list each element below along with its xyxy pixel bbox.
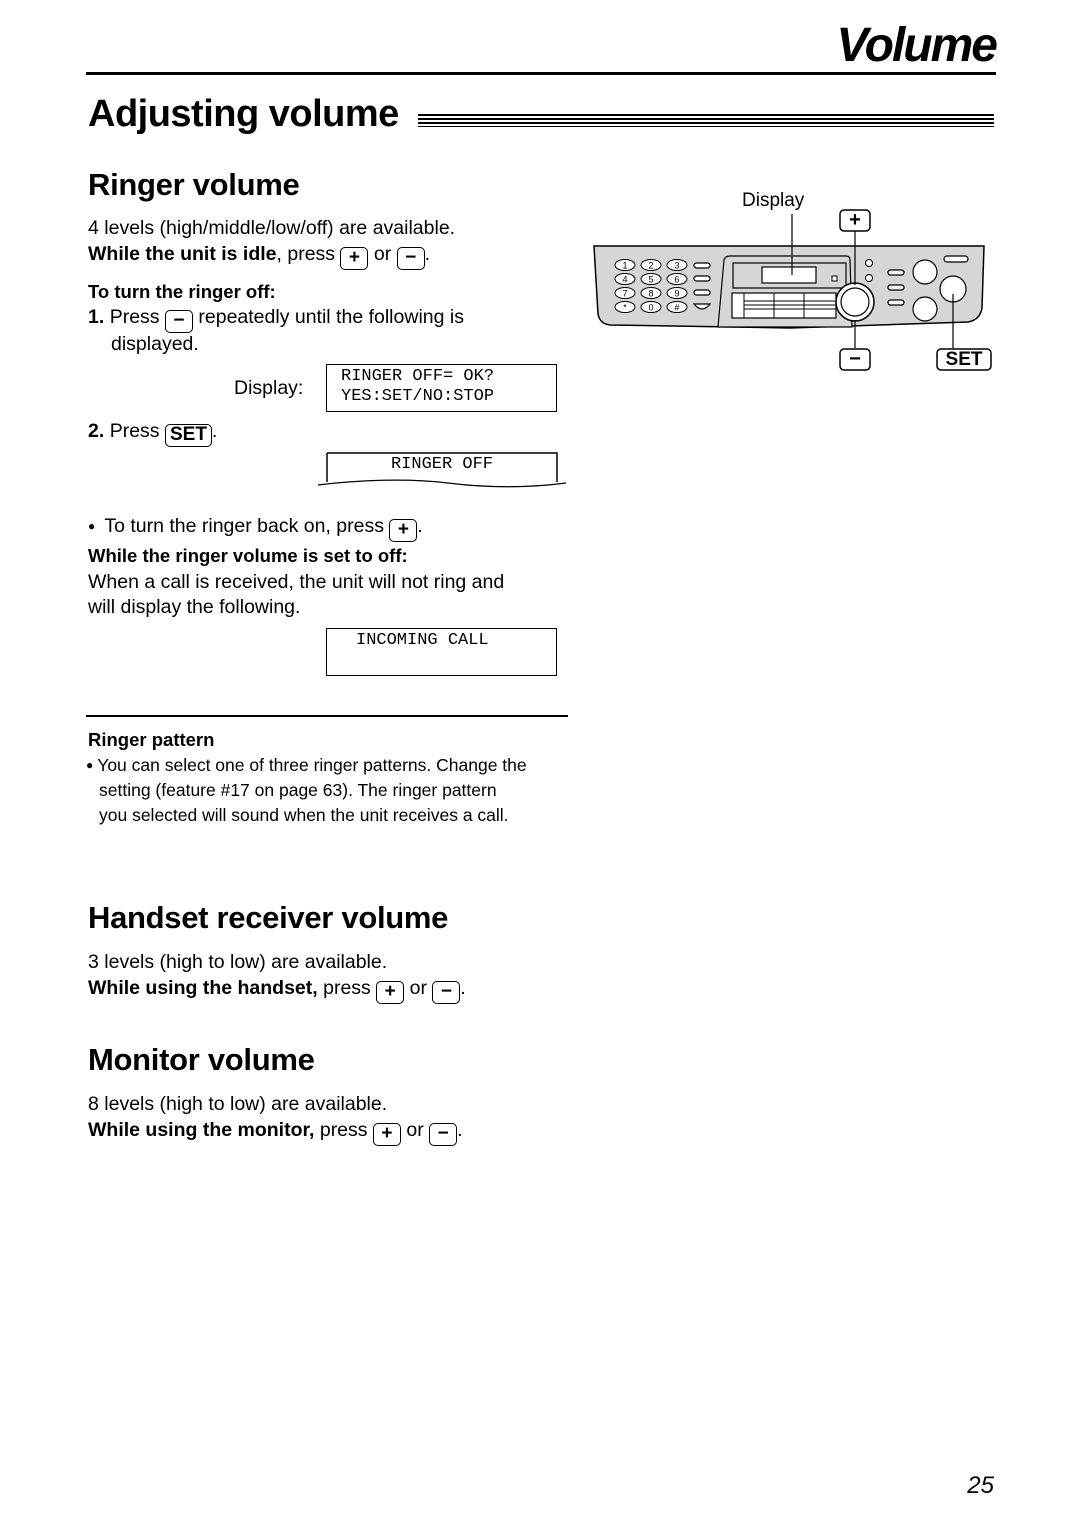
section-title: Adjusting volume bbox=[88, 93, 399, 135]
step-number: 2. bbox=[88, 420, 105, 442]
keypad-key-label: 0 bbox=[648, 303, 653, 313]
ringer-off-heading: While the ringer volume is set to off: bbox=[88, 545, 408, 566]
monitor-volume-heading: Monitor volume bbox=[88, 1042, 315, 1077]
section-title-rule bbox=[418, 114, 994, 130]
keypad-key-label: 5 bbox=[648, 275, 653, 285]
step-2: 2. Press SET. bbox=[88, 420, 218, 447]
ringer-pattern-line-3: you selected will sound when the unit re… bbox=[99, 805, 509, 825]
minus-key: − bbox=[396, 247, 425, 270]
plus-key: + bbox=[849, 209, 861, 231]
or-text: or bbox=[373, 243, 392, 265]
ringer-idle-instruction: While the unit is idle, press + or −. bbox=[88, 241, 430, 270]
control-panel-diagram: 1 2 3 4 5 6 7 8 9 * 0 # Display + − SET bbox=[590, 180, 1000, 380]
ringer-pattern-line-1: You can select one of three ringer patte… bbox=[86, 753, 527, 778]
keypad-key-label: # bbox=[674, 303, 679, 313]
ringer-pattern-line-2: setting (feature #17 on page 63). The ri… bbox=[99, 780, 497, 800]
handset-volume-heading: Handset receiver volume bbox=[88, 900, 449, 935]
chapter-title: Volume bbox=[836, 19, 998, 72]
press-text: Press bbox=[109, 420, 160, 442]
set-key: SET bbox=[164, 424, 212, 447]
period: . bbox=[424, 243, 431, 265]
lcd-line: YES:SET/NO:STOP bbox=[341, 387, 495, 406]
press-text: press bbox=[319, 1119, 368, 1141]
minus-key: − bbox=[429, 1123, 458, 1146]
divider bbox=[86, 715, 568, 717]
keypad-key-label: 8 bbox=[648, 289, 653, 299]
keypad-key-label: * bbox=[623, 303, 627, 313]
plus-key: + bbox=[372, 1123, 401, 1146]
turn-off-heading: To turn the ringer off: bbox=[88, 281, 276, 302]
ringer-volume-heading: Ringer volume bbox=[88, 167, 300, 202]
step-text: repeatedly until the following is bbox=[198, 306, 464, 328]
set-key: SET bbox=[945, 349, 983, 370]
keypad-key-label: 2 bbox=[648, 261, 653, 271]
plus-key: + bbox=[389, 519, 418, 542]
ringer-pattern-heading: Ringer pattern bbox=[88, 729, 215, 750]
or-text: or bbox=[406, 1119, 424, 1141]
minus-key: − bbox=[432, 981, 461, 1004]
monitor-instruction: While using the monitor, press + or −. bbox=[88, 1119, 463, 1146]
keypad-key-label: 4 bbox=[622, 275, 627, 285]
display-label: Display: bbox=[234, 377, 304, 399]
idle-label: While the unit is idle bbox=[88, 243, 277, 265]
ringer-off-text-2: will display the following. bbox=[88, 596, 301, 618]
page-number: 25 bbox=[967, 1472, 994, 1499]
monitor-levels-text: 8 levels (high to low) are available. bbox=[88, 1093, 388, 1115]
press-text: press bbox=[323, 977, 371, 999]
lcd-text: RINGER OFF bbox=[390, 455, 494, 474]
handset-levels-text: 3 levels (high to low) are available. bbox=[88, 951, 388, 973]
chapter-rule bbox=[86, 72, 996, 75]
display-screen bbox=[761, 266, 817, 284]
press-text: Press bbox=[109, 306, 160, 328]
lcd-ringer-off: RINGER OFF bbox=[318, 452, 566, 490]
handset-label: While using the handset, bbox=[88, 977, 318, 999]
step-1-continued: displayed. bbox=[111, 333, 199, 355]
or-text: or bbox=[409, 977, 427, 999]
monitor-label: While using the monitor, bbox=[88, 1119, 315, 1141]
step-1: 1. Press − repeatedly until the followin… bbox=[88, 304, 464, 333]
keypad-key-label: 6 bbox=[674, 275, 679, 285]
back-on-text: To turn the ringer back on, press bbox=[104, 515, 384, 537]
keypad-key-label: 3 bbox=[674, 261, 679, 271]
pattern-text: You can select one of three ringer patte… bbox=[97, 755, 527, 775]
keypad-key-label: 7 bbox=[622, 289, 627, 299]
keypad-key-label: 9 bbox=[674, 289, 679, 299]
minus-key: − bbox=[164, 310, 193, 333]
lcd-incoming-call: INCOMING CALL bbox=[326, 628, 557, 676]
keypad-key-label: 1 bbox=[622, 261, 627, 271]
step-number: 1. bbox=[88, 306, 105, 328]
ringer-off-text-1: When a call is received, the unit will n… bbox=[88, 571, 505, 593]
display-callout-label: Display bbox=[742, 190, 805, 211]
plus-key: + bbox=[376, 981, 405, 1004]
lcd-ringer-off-confirm: RINGER OFF= OK? YES:SET/NO:STOP bbox=[326, 364, 557, 412]
press-text: , press bbox=[276, 243, 336, 265]
ringer-back-on: To turn the ringer back on, press +. bbox=[88, 513, 423, 542]
handset-instruction: While using the handset, press + or −. bbox=[88, 977, 466, 1004]
plus-key: + bbox=[340, 247, 369, 270]
minus-key: − bbox=[849, 348, 861, 370]
ringer-levels-text: 4 levels (high/middle/low/off) are avail… bbox=[88, 217, 456, 239]
lcd-line: RINGER OFF= OK? bbox=[341, 367, 495, 386]
